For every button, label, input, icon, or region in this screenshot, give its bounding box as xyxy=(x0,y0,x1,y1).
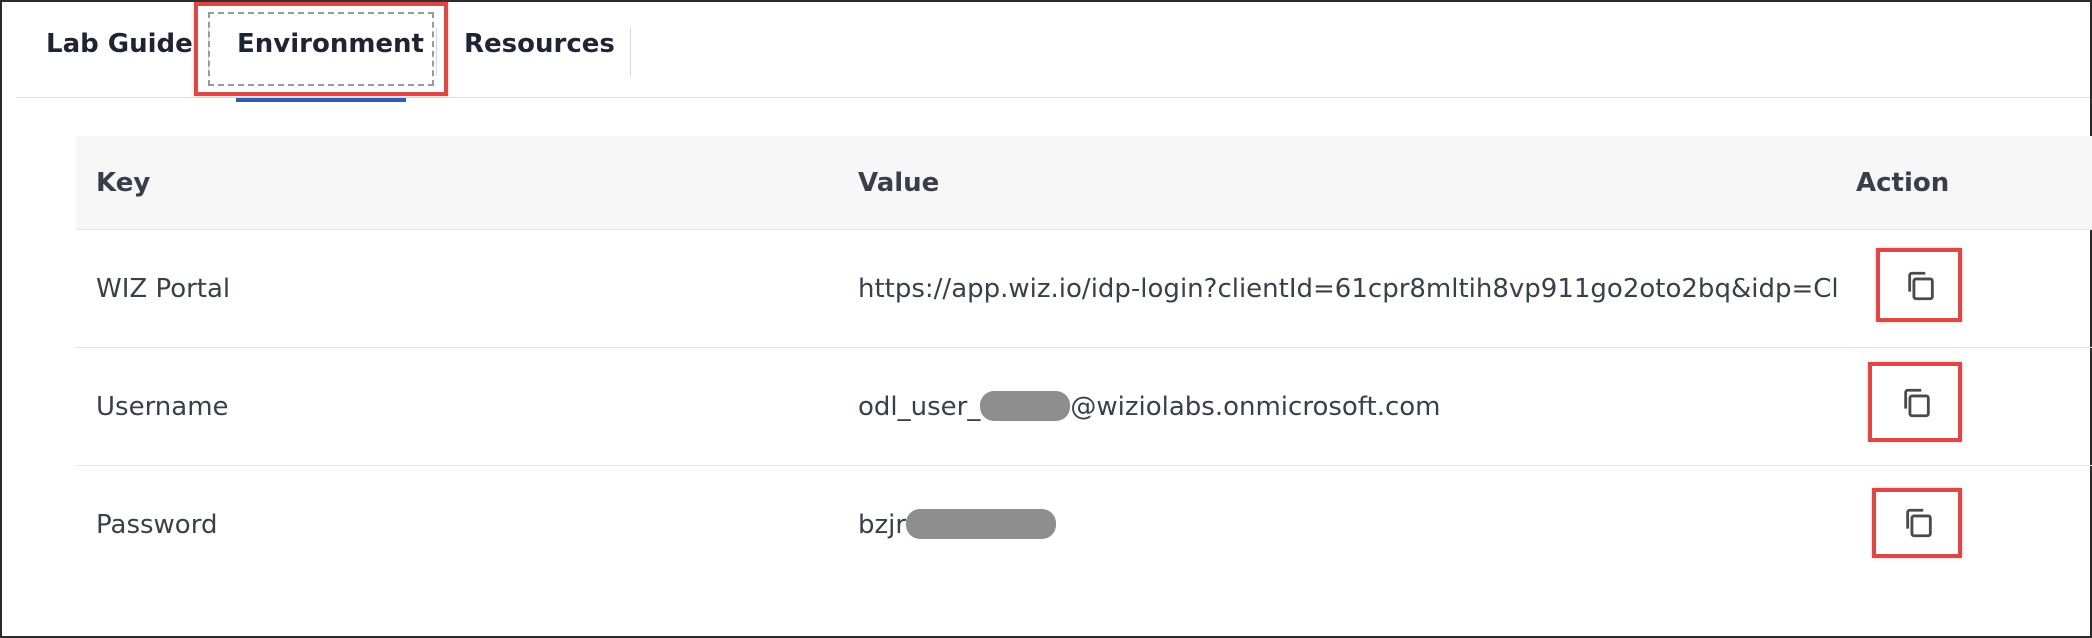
row-key-wiz-portal: WIZ Portal xyxy=(96,274,231,304)
tab-divider xyxy=(630,28,631,76)
column-header-action: Action xyxy=(1856,168,1950,198)
table-row: Username odl_user_ @wiziolabs.onmicrosoft… xyxy=(76,348,2092,466)
column-header-value: Value xyxy=(858,168,940,198)
tab-resources[interactable]: Resources xyxy=(464,24,615,64)
tab-lab-guide[interactable]: Lab Guide xyxy=(46,24,193,64)
row-value-wiz-portal: https://app.wiz.io/idp-login?clientId=61… xyxy=(858,274,1838,304)
username-prefix: odl_user_ xyxy=(858,392,981,422)
environment-table: Key Value Action WIZ Portal https://app.… xyxy=(76,136,2092,584)
copy-username-button[interactable] xyxy=(1868,362,1962,442)
column-header-key: Key xyxy=(96,168,151,198)
row-key-username: Username xyxy=(96,392,229,422)
row-value-password: bzjr xyxy=(858,466,1858,584)
copy-icon xyxy=(1904,388,1930,418)
table-row: WIZ Portal https://app.wiz.io/idp-login?… xyxy=(76,230,2092,348)
copy-password-button[interactable] xyxy=(1872,488,1962,558)
row-key-password: Password xyxy=(96,510,218,540)
copy-wiz-portal-button[interactable] xyxy=(1876,248,1962,322)
copy-icon xyxy=(1908,271,1934,301)
row-value-username: odl_user_ @wiziolabs.onmicrosoft.com xyxy=(858,348,1858,466)
username-suffix: @wiziolabs.onmicrosoft.com xyxy=(1070,392,1441,422)
table-row: Password bzjr xyxy=(76,466,2092,584)
environment-tab-highlight xyxy=(194,2,448,96)
password-prefix: bzjr xyxy=(858,510,907,540)
table-header: Key Value Action xyxy=(76,136,2092,230)
copy-icon xyxy=(1906,508,1932,538)
active-tab-indicator xyxy=(236,98,406,102)
redacted-block xyxy=(906,508,1057,539)
redacted-block xyxy=(980,390,1071,421)
environment-panel: Lab Guide Environment Resources Key Valu… xyxy=(0,0,2092,638)
